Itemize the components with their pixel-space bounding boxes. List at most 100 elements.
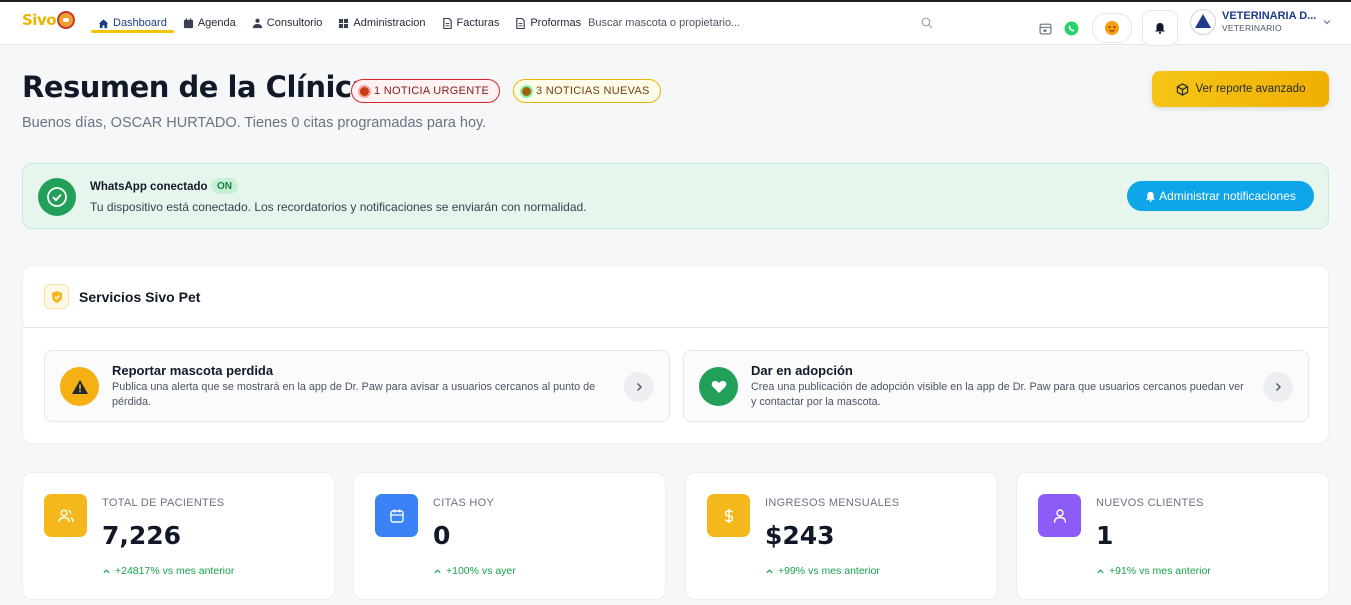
stat-change: +100% vs ayer <box>433 565 516 577</box>
stat-card-appointments-today: CITAS HOY 0 +100% vs ayer <box>353 472 666 600</box>
card-description: Publica una alerta que se mostrará en la… <box>112 381 596 408</box>
stat-change: +24817% vs mes anterior <box>102 565 234 577</box>
user-menu[interactable]: VETERINARIA D... VETERINARIO <box>1190 9 1332 35</box>
services-panel: Servicios Sivo Pet Reportar mascota perd… <box>22 265 1329 444</box>
stat-change: +99% vs mes anterior <box>765 565 880 577</box>
urgent-news-badge[interactable]: 1 NOTICIA URGENTE <box>351 79 501 103</box>
nav-item-label: Proformas <box>530 17 582 29</box>
search-icon[interactable] <box>921 17 933 29</box>
grid-icon <box>339 18 349 28</box>
user-name: VETERINARIA D... <box>1222 10 1317 22</box>
page-title: Resumen de la Clínica <box>22 70 371 104</box>
calendar-icon <box>375 494 418 537</box>
search-input[interactable]: Buscar mascota o propietario... <box>588 17 938 29</box>
bell-icon <box>1155 23 1165 34</box>
chevron-up-icon <box>1097 568 1104 573</box>
whatsapp-status-title: WhatsApp conectado <box>90 181 208 193</box>
nav-item-administracion[interactable]: Administracion <box>330 2 433 44</box>
main-nav: Dashboard Agenda Consultorio Administrac… <box>90 2 589 44</box>
chevron-down-icon <box>1323 20 1331 25</box>
stat-card-total-patients: TOTAL DE PACIENTES 7,226 +24817% vs mes … <box>22 472 335 600</box>
stat-change: +91% vs mes anterior <box>1096 565 1211 577</box>
search-bar[interactable]: Buscar mascota o propietario... <box>588 10 938 36</box>
manage-notifications-button[interactable]: Administrar notificaciones <box>1127 181 1314 211</box>
whatsapp-status-message: Tu dispositivo está conectado. Los recor… <box>90 200 587 214</box>
adoption-card[interactable]: Dar en adopción Crea una publicación de … <box>683 350 1309 422</box>
services-title: Servicios Sivo Pet <box>79 289 201 305</box>
brand-name: Sivo <box>22 11 57 29</box>
stat-change-text: +100% vs ayer <box>446 565 516 577</box>
greeting-subtitle: Buenos días, OSCAR HURTADO. Tienes 0 cit… <box>22 115 487 131</box>
document-icon <box>516 17 526 29</box>
users-icon <box>44 494 87 537</box>
stat-label: CITAS HOY <box>433 497 495 509</box>
nav-item-proformas[interactable]: Proformas <box>507 2 589 44</box>
stat-change-text: +24817% vs mes anterior <box>115 565 235 577</box>
nav-item-facturas[interactable]: Facturas <box>434 2 508 44</box>
nav-item-label: Facturas <box>456 17 500 29</box>
home-icon <box>98 18 109 28</box>
bell-icon <box>1146 191 1156 202</box>
chevron-up-icon <box>766 568 773 573</box>
new-dot-icon <box>522 86 531 96</box>
stat-label: NUEVOS CLIENTES <box>1096 497 1204 509</box>
nav-actions <box>1036 10 1178 46</box>
nav-item-agenda[interactable]: Agenda <box>175 2 244 44</box>
chevron-up-icon <box>434 568 441 573</box>
nav-item-label: Administracion <box>353 17 426 29</box>
lost-pet-report-card[interactable]: Reportar mascota perdida Publica una ale… <box>44 350 670 422</box>
chevron-up-icon <box>103 568 110 573</box>
advanced-report-label: Ver reporte avanzado <box>1195 83 1306 95</box>
calendar-icon <box>183 17 193 28</box>
check-circle-icon <box>38 178 76 216</box>
urgent-news-label: 1 NOTICIA URGENTE <box>374 85 490 97</box>
nav-item-label: Agenda <box>197 17 236 29</box>
heart-icon <box>699 367 738 406</box>
document-icon <box>442 17 452 29</box>
pet-face-icon <box>1105 21 1119 35</box>
shield-icon <box>44 284 69 309</box>
nav-item-consultorio[interactable]: Consultorio <box>244 2 331 44</box>
dollar-icon <box>707 494 750 537</box>
chevron-right-icon[interactable] <box>1263 372 1293 402</box>
brand-logo[interactable]: Sivo <box>22 11 76 29</box>
doctor-icon <box>252 18 262 28</box>
nav-item-label: Consultorio <box>266 17 323 29</box>
stat-change-text: +91% vs mes anterior <box>1109 565 1211 577</box>
new-news-label: 3 NOTICIAS NUEVAS <box>536 85 650 97</box>
calendar-shortcut-button[interactable] <box>1036 19 1054 37</box>
card-description: Crea una publicación de adopción visible… <box>751 381 1244 408</box>
stat-card-new-clients: NUEVOS CLIENTES 1 +91% vs mes anterior <box>1016 472 1329 600</box>
card-title: Dar en adopción <box>751 363 853 378</box>
pet-avatar-button[interactable] <box>1092 13 1132 43</box>
services-header: Servicios Sivo Pet <box>23 266 1328 328</box>
calendar-icon <box>1038 23 1052 35</box>
whatsapp-icon <box>1064 21 1078 35</box>
new-news-badge[interactable]: 3 NOTICIAS NUEVAS <box>513 79 661 103</box>
warning-icon <box>60 367 99 406</box>
stat-card-monthly-income: INGRESOS MENSUALES $243 +99% vs mes ante… <box>685 472 998 600</box>
user-icon <box>1038 494 1081 537</box>
dog-mascot-icon <box>57 11 76 29</box>
stat-value: 0 <box>433 521 451 550</box>
stat-value: $243 <box>765 521 835 550</box>
user-role: VETERINARIO <box>1222 23 1282 33</box>
whatsapp-status-banner: WhatsApp conectado ON Tu dispositivo est… <box>22 163 1329 229</box>
whatsapp-button[interactable] <box>1062 19 1080 37</box>
notifications-button[interactable] <box>1142 10 1178 46</box>
nav-item-dashboard[interactable]: Dashboard <box>90 2 175 44</box>
nav-item-label: Dashboard <box>113 17 167 29</box>
stat-label: INGRESOS MENSUALES <box>765 497 900 509</box>
stat-value: 1 <box>1096 521 1114 550</box>
stat-value: 7,226 <box>102 521 182 550</box>
box-icon <box>1176 82 1188 96</box>
top-navbar: Sivo Dashboard Agenda Consultorio Admini… <box>0 2 1351 46</box>
stat-change-text: +99% vs mes anterior <box>778 565 880 577</box>
avatar <box>1190 9 1216 35</box>
status-badge: ON <box>211 178 238 194</box>
chevron-right-icon[interactable] <box>624 372 654 402</box>
card-title: Reportar mascota perdida <box>112 363 274 378</box>
stat-label: TOTAL DE PACIENTES <box>102 497 225 509</box>
manage-notifications-label: Administrar notificaciones <box>1159 189 1296 203</box>
advanced-report-button[interactable]: Ver reporte avanzado <box>1152 71 1329 107</box>
